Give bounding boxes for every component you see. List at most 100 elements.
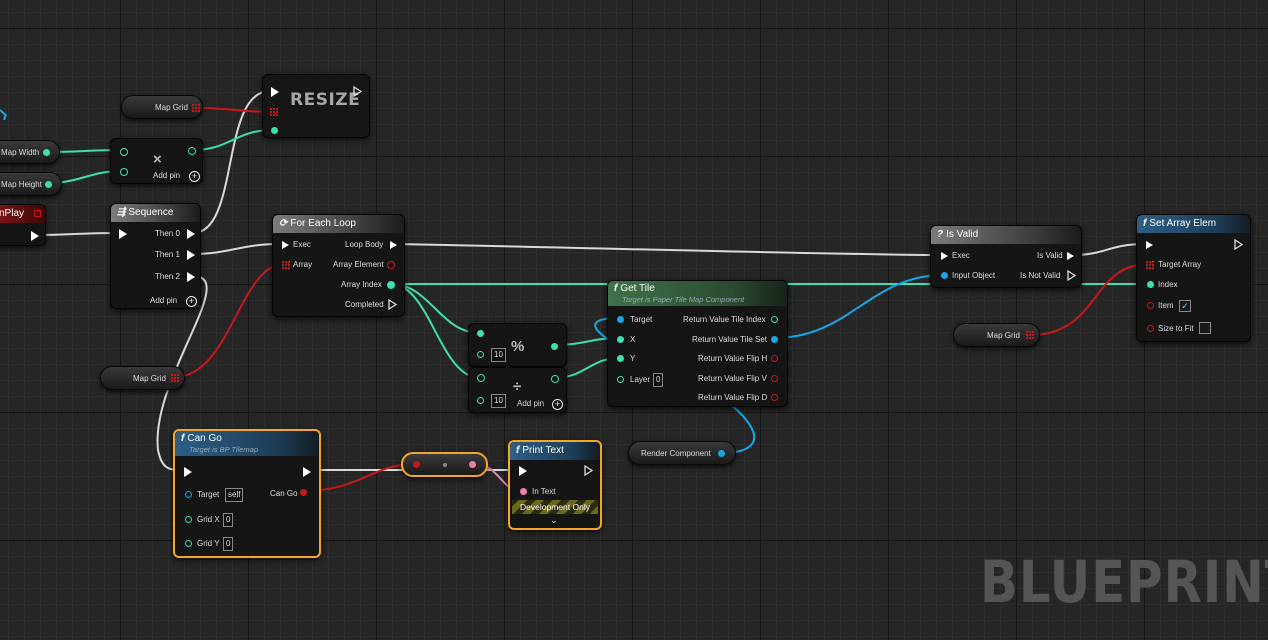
int-pin-icon[interactable] [271, 127, 278, 134]
add-pin-icon[interactable]: + [552, 399, 563, 410]
exec-in-pin-icon[interactable] [941, 252, 948, 260]
rv-flip-v-pin-icon[interactable] [771, 375, 778, 382]
exec-in-pin-icon[interactable] [1146, 241, 1153, 249]
loop-body-pin-icon[interactable] [390, 241, 397, 249]
item-checkbox[interactable]: ✓ [1179, 300, 1191, 312]
int-in-pin-icon[interactable] [477, 374, 485, 382]
int-in-pin-icon[interactable] [477, 330, 484, 337]
array-pin-icon[interactable] [282, 261, 291, 270]
int-in-pin-icon[interactable] [477, 397, 484, 404]
y-pin-icon[interactable] [617, 355, 624, 362]
add-pin-label[interactable]: Add pin [153, 171, 180, 180]
rv-flip-h-pin-icon[interactable] [771, 355, 778, 362]
int-out-pin-icon[interactable] [551, 343, 558, 350]
int-pin-icon[interactable] [45, 181, 52, 188]
is-valid-pin-icon[interactable] [1067, 252, 1074, 260]
input-object-pin-icon[interactable] [941, 272, 948, 279]
int-in-pin-icon[interactable] [120, 168, 128, 176]
modulo-node[interactable]: 10 % [468, 323, 567, 367]
get-tile-node[interactable]: f Get Tile Target is Paper Tile Map Compo… [607, 280, 788, 407]
exec-in-pin-icon[interactable] [282, 241, 289, 249]
render-component-getter[interactable]: Render Component [628, 441, 736, 465]
for-each-loop-node[interactable]: ⟳ For Each Loop Exec Array Loop Body Arra… [272, 214, 405, 317]
is-not-valid-pin-icon[interactable] [1067, 270, 1076, 281]
resize-title: RESIZE [290, 90, 361, 110]
grid-y-pin-icon[interactable] [185, 540, 192, 547]
add-pin-label[interactable]: Add pin [150, 296, 177, 305]
divide-node[interactable]: 10 ÷ Add pin + [468, 367, 567, 413]
add-pin-label[interactable]: Add pin [517, 399, 544, 408]
bool-in-pin-icon[interactable] [413, 461, 420, 468]
grid-x-value-input[interactable]: 0 [223, 513, 234, 527]
in-text-pin-icon[interactable] [520, 488, 527, 495]
item-pin-icon[interactable] [1147, 302, 1154, 309]
exec-out-pin-icon[interactable] [584, 465, 593, 476]
then0-pin-icon[interactable] [187, 229, 195, 239]
size-to-fit-pin-icon[interactable] [1147, 325, 1154, 332]
add-pin-icon[interactable]: + [186, 296, 197, 307]
then1-pin-icon[interactable] [187, 250, 195, 260]
layer-pin-icon[interactable] [617, 376, 624, 383]
int-out-pin-icon[interactable] [188, 147, 196, 155]
exec-in-pin-icon[interactable] [519, 466, 527, 476]
exec-out-pin-icon[interactable] [31, 231, 39, 241]
map-height-getter[interactable]: Map Height [0, 172, 62, 196]
map-grid-getter-2[interactable]: Map Grid [100, 366, 185, 390]
map-grid-getter-3[interactable]: Map Grid [953, 323, 1040, 347]
function-icon: f [516, 445, 520, 456]
int-in-pin-icon[interactable] [120, 148, 128, 156]
exec-out-pin-icon[interactable] [303, 467, 311, 477]
array-pin-icon[interactable] [171, 374, 180, 383]
object-pin-icon[interactable] [718, 450, 725, 457]
exec-in-pin-icon[interactable] [119, 229, 127, 239]
multiply-node[interactable]: × Add pin + [110, 138, 203, 184]
int-out-pin-icon[interactable] [551, 375, 559, 383]
sequence-node[interactable]: ⇶ Sequence Then 0 Then 1 Then 2 Add pin + [110, 203, 201, 309]
layer-value-input[interactable]: 0 [653, 373, 664, 387]
add-pin-icon[interactable]: + [189, 171, 200, 182]
array-pin-icon[interactable] [270, 108, 279, 117]
array-element-pin-icon[interactable] [387, 261, 395, 269]
int-in-pin-icon[interactable] [477, 351, 484, 358]
grid-x-pin-icon[interactable] [185, 516, 192, 523]
chevron-down-icon[interactable]: ⌄ [550, 515, 558, 526]
exec-out-pin-icon[interactable] [1234, 239, 1243, 250]
exec-in-pin-icon[interactable] [271, 87, 279, 97]
array-pin-icon[interactable] [192, 104, 201, 113]
modulo-value-input[interactable]: 10 [491, 348, 506, 362]
rv-flip-d-pin-icon[interactable] [771, 394, 778, 401]
can-go-node[interactable]: f Can Go Target is BP Tilemap Target self… [173, 429, 321, 558]
resize-node[interactable]: RESIZE [262, 74, 370, 138]
rv-index-pin-icon[interactable] [771, 316, 778, 323]
exec-out-pin-icon[interactable] [353, 86, 362, 97]
target-value-input[interactable]: self [225, 488, 244, 502]
can-go-out-pin-icon[interactable] [300, 489, 307, 496]
exec-in-pin-icon[interactable] [184, 467, 192, 477]
rv-set-pin-icon[interactable] [771, 336, 778, 343]
delegate-pin-icon[interactable] [34, 210, 41, 217]
text-out-pin-icon[interactable] [469, 461, 476, 468]
grid-y-value-input[interactable]: 0 [223, 537, 234, 551]
event-begin-play-node[interactable]: nPlay [0, 204, 46, 246]
array-pin-icon[interactable] [1026, 331, 1035, 340]
size-to-fit-checkbox[interactable] [1199, 322, 1211, 334]
x-pin-icon[interactable] [617, 336, 624, 343]
set-array-elem-header: f Set Array Elem [1137, 215, 1250, 233]
divide-value-input[interactable]: 10 [491, 394, 506, 408]
index-pin-icon[interactable] [1147, 281, 1154, 288]
map-width-getter[interactable]: Map Width [0, 140, 60, 164]
array-index-pin-icon[interactable] [387, 281, 395, 289]
is-valid-node[interactable]: ? Is Valid Exec Input Object Is Valid Is … [930, 225, 1082, 288]
set-array-elem-node[interactable]: f Set Array Elem Target Array Index Item … [1136, 214, 1251, 342]
completed-pin-icon[interactable] [388, 299, 397, 310]
target-pin-icon[interactable] [617, 316, 624, 323]
print-text-node[interactable]: f Print Text In Text Development Only ⌄ [508, 440, 602, 530]
bool-to-text-conversion-node[interactable] [401, 452, 488, 477]
int-pin-icon[interactable] [43, 149, 50, 156]
is-valid-label: Is Valid [1037, 251, 1063, 260]
exec-label: Exec [952, 251, 970, 260]
target-array-pin-icon[interactable] [1146, 261, 1155, 270]
map-grid-getter[interactable]: Map Grid [121, 95, 203, 119]
target-pin-icon[interactable] [185, 491, 192, 498]
then2-pin-icon[interactable] [187, 272, 195, 282]
